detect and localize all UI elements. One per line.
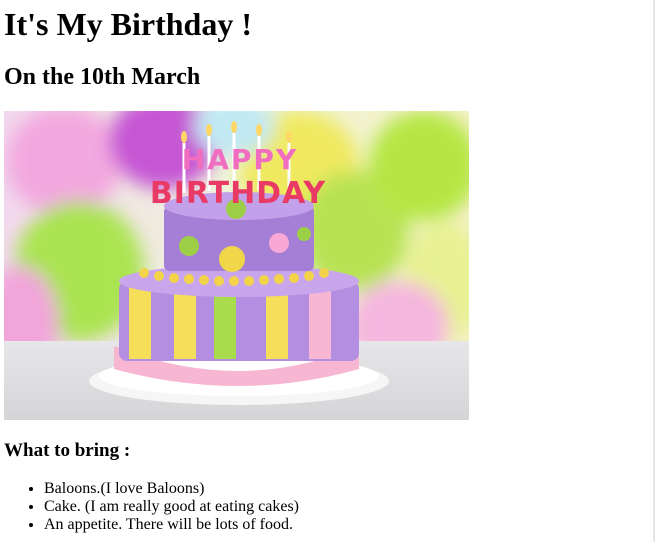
bring-list: Baloons.(I love Baloons) Cake. (I am rea… <box>4 480 299 534</box>
page-title: It's My Birthday ! <box>4 6 252 42</box>
birthday-cake-image: HAPPY BIRTHDAY <box>4 111 469 420</box>
cake-topper-happy-text: HAPPY <box>182 143 298 176</box>
list-item: Baloons.(I love Baloons) <box>44 480 299 498</box>
bring-heading: What to bring : <box>4 440 131 461</box>
list-item: An appetite. There will be lots of food. <box>44 516 299 534</box>
list-item: Cake. (I am really good at eating cakes) <box>44 498 299 516</box>
date-heading: On the 10th March <box>4 64 201 90</box>
cake-topper-birthday-text: BIRTHDAY <box>150 176 327 211</box>
